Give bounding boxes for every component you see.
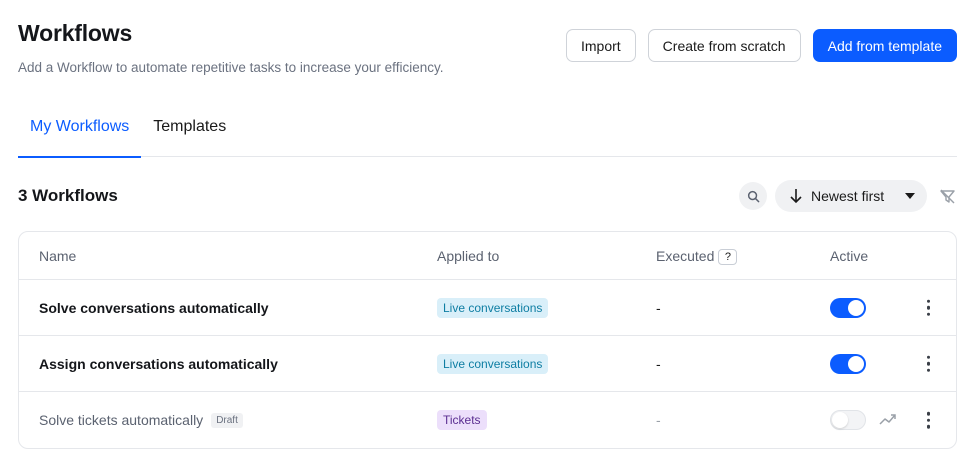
executed-value: - (656, 412, 661, 428)
table-header: Name Applied to Executed? Active (19, 232, 956, 280)
arrow-down-icon (789, 188, 803, 204)
search-icon (747, 190, 759, 202)
search-button[interactable] (739, 182, 767, 210)
applied-badge: Live conversations (437, 297, 549, 318)
more-options-icon[interactable] (923, 353, 935, 374)
add-from-template-button[interactable]: Add from template (812, 29, 957, 62)
active-toggle[interactable] (830, 410, 866, 430)
table-row[interactable]: Solve conversations automatically Live c… (19, 280, 956, 336)
create-from-scratch-button[interactable]: Create from scratch (647, 29, 801, 62)
more-options-icon[interactable] (923, 297, 935, 318)
workflow-name[interactable]: Solve tickets automatically (39, 412, 203, 428)
import-button[interactable]: Import (565, 29, 636, 62)
active-toggle[interactable] (830, 353, 866, 374)
column-applied: Applied to (437, 248, 500, 264)
column-executed-label: Executed (656, 248, 715, 264)
header-actions: Import Create from scratch Add from temp… (565, 29, 957, 62)
workflows-table: Name Applied to Executed? Active Solve c… (18, 231, 957, 449)
workflow-count: 3 Workflows (18, 186, 118, 205)
workflow-name[interactable]: Solve conversations automatically (39, 300, 269, 316)
column-active: Active (830, 248, 869, 264)
executed-value: - (656, 355, 661, 372)
tab-bar: My Workflows Templates (18, 110, 957, 158)
column-name: Name (39, 248, 77, 264)
applied-badge: Live conversations (437, 353, 549, 374)
workflow-name-cell[interactable]: Solve tickets automatically Draft (39, 412, 243, 428)
table-row[interactable]: Solve tickets automatically Draft Ticket… (19, 392, 956, 448)
sort-dropdown[interactable]: Newest first (775, 180, 927, 212)
table-row[interactable]: Assign conversations automatically Live … (19, 336, 956, 392)
workflow-name[interactable]: Assign conversations automatically (39, 356, 278, 372)
trend-icon[interactable] (879, 412, 897, 428)
tab-templates[interactable]: Templates (141, 110, 238, 157)
executed-value: - (656, 299, 661, 316)
filter-button[interactable] (937, 186, 957, 206)
draft-badge: Draft (211, 412, 243, 428)
active-toggle[interactable] (830, 297, 866, 318)
executed-help-icon[interactable]: ? (718, 249, 738, 266)
caret-down-icon (905, 193, 915, 199)
tab-my-workflows[interactable]: My Workflows (18, 110, 142, 158)
applied-badge: Tickets (437, 410, 487, 430)
more-options-icon[interactable] (923, 410, 935, 431)
page-subtitle: Add a Workflow to automate repetitive ta… (18, 60, 444, 75)
list-toolbar: 3 Workflows Newest first (18, 180, 957, 212)
column-executed: Executed? (656, 248, 738, 266)
filter-off-icon (939, 189, 955, 203)
page-header: Workflows Add a Workflow to automate rep… (18, 20, 957, 80)
sort-label: Newest first (811, 188, 885, 204)
page-title: Workflows (18, 20, 133, 46)
